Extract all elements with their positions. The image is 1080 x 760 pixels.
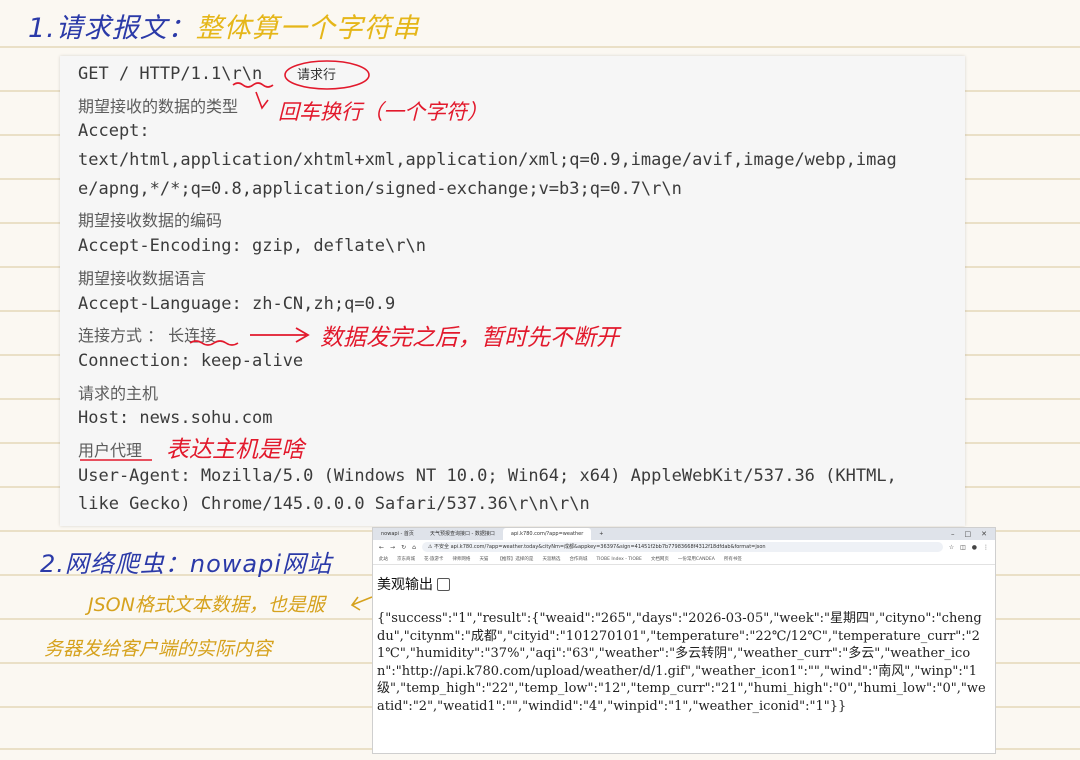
title-highlight: 整体算一个字符串 (195, 13, 420, 44)
security-label: 不安全 (433, 544, 449, 550)
section-title-crawler: 2.网络爬虫：nowapi网站 (40, 550, 333, 578)
bookmark-item[interactable]: 文档网页 (651, 556, 669, 562)
request-line: GET / HTTP/1.1\r\n (78, 64, 263, 84)
accept-encoding-header: Accept-Encoding: gzip, deflate\r\n (78, 236, 426, 256)
url-text: api.k780.com/?app=weather.today&cityNm=成… (450, 544, 766, 550)
menu-icon[interactable]: ⋮ (983, 544, 989, 551)
browser-window: nowapi - 首页 天气预报查询接口 - 数据接口 api.k780.com… (372, 527, 996, 754)
connection-header: Connection: keep-alive (78, 351, 304, 371)
gold-arrow (350, 596, 373, 611)
comment-accept: 期望接收的数据的类型 (78, 97, 239, 116)
bookmark-item[interactable]: TIOBE Index - TIOBE (596, 557, 641, 562)
tab-bar: nowapi - 首页 天气预报查询接口 - 数据接口 api.k780.com… (373, 528, 995, 540)
bookmark-item[interactable]: 一份常用CANDEA (678, 556, 715, 562)
pretty-print-toggle[interactable]: 美观输出 (377, 574, 450, 594)
accept-value-line1: text/html,application/xhtml+xml,applicat… (78, 150, 897, 170)
minimize-icon[interactable]: – (951, 530, 955, 538)
bookmark-item[interactable]: 天猫 (479, 556, 488, 562)
comment-language: 期望接收数据语言 (78, 269, 207, 288)
annotation-keepalive: 数据发完之后，暂时先不断开 (320, 325, 619, 351)
pretty-print-checkbox[interactable] (437, 577, 450, 591)
close-icon[interactable]: ✕ (981, 530, 987, 538)
accept-header: Accept: (78, 121, 150, 141)
forward-icon[interactable]: → (390, 544, 395, 551)
accept-language-header: Accept-Language: zh-CN,zh;q=0.9 (78, 294, 396, 314)
back-icon[interactable]: ← (379, 544, 384, 551)
reload-icon[interactable]: ↻ (401, 544, 406, 551)
accept-value-line2: e/apng,*/*;q=0.8,application/signed-exch… (78, 179, 682, 199)
home-icon[interactable]: ⌂ (412, 544, 416, 551)
pretty-print-label: 美观输出 (377, 577, 433, 593)
tab-api-k780[interactable]: api.k780.com/?app=weather (502, 528, 592, 540)
comment-user-agent: 用户代理 (78, 441, 143, 460)
new-tab-button[interactable]: + (591, 528, 611, 540)
user-agent-line1: User-Agent: Mozilla/5.0 (Windows NT 10.0… (78, 466, 897, 486)
bookmark-item[interactable]: 【推荐】选择的是 (497, 556, 533, 562)
bookmarks-bar: 此站 京东商城 花·旅游卡 律师网络 天猫 【推荐】选择的是 天涯精选 合作商城… (373, 554, 995, 565)
bookmark-item[interactable]: 天涯精选 (542, 556, 560, 562)
json-response: {"success":"1","result":{"weaid":"265","… (377, 611, 986, 714)
title-number: 1.请求报文： (28, 13, 196, 44)
star-icon[interactable]: ☆ (949, 544, 954, 551)
note-json-line2: 务器发给客户端的实际内容 (44, 638, 273, 660)
note-json-line1: JSON格式文本数据，也是服 (88, 594, 325, 616)
window-controls: – □ ✕ (951, 530, 995, 538)
profile-icon[interactable]: ● (972, 544, 977, 551)
annotation-crlf: 回车换行（一个字符） (278, 100, 488, 124)
section-title-request: 1.请求报文：整体算一个字符串 (28, 6, 420, 45)
security-warning-icon[interactable]: ⚠ (428, 544, 432, 550)
address-row: ← → ↻ ⌂ ⚠ 不安全 api.k780.com/?app=weather.… (373, 540, 995, 554)
comment-connection: 连接方式 ： 长连接 (78, 326, 217, 345)
bookmark-item[interactable]: 花·旅游卡 (424, 556, 443, 562)
tab-nowapi[interactable]: nowapi - 首页 (373, 528, 422, 540)
address-bar[interactable]: ⚠ 不安全 api.k780.com/?app=weather.today&ci… (421, 542, 943, 552)
host-header: Host: news.sohu.com (78, 408, 273, 428)
bookmark-item-all[interactable]: 所有书签 (724, 556, 742, 562)
maximize-icon[interactable]: □ (965, 530, 972, 538)
extensions-icon[interactable]: ◫ (960, 544, 966, 551)
bookmark-item[interactable]: 律师网络 (452, 556, 470, 562)
annotation-user-agent: 表达主机是啥 (166, 437, 304, 463)
comment-encoding: 期望接收数据的编码 (78, 211, 223, 230)
bookmark-item[interactable]: 京东商城 (397, 556, 415, 562)
bookmark-item[interactable]: 此站 (379, 556, 388, 562)
tab-weather-api[interactable]: 天气预报查询接口 - 数据接口 (422, 528, 503, 540)
comment-host: 请求的主机 (78, 384, 159, 403)
bookmark-item[interactable]: 合作商城 (569, 556, 587, 562)
annotation-request-line: 请求行 (297, 68, 337, 83)
user-agent-line2: like Gecko) Chrome/145.0.0.0 Safari/537.… (78, 494, 590, 514)
